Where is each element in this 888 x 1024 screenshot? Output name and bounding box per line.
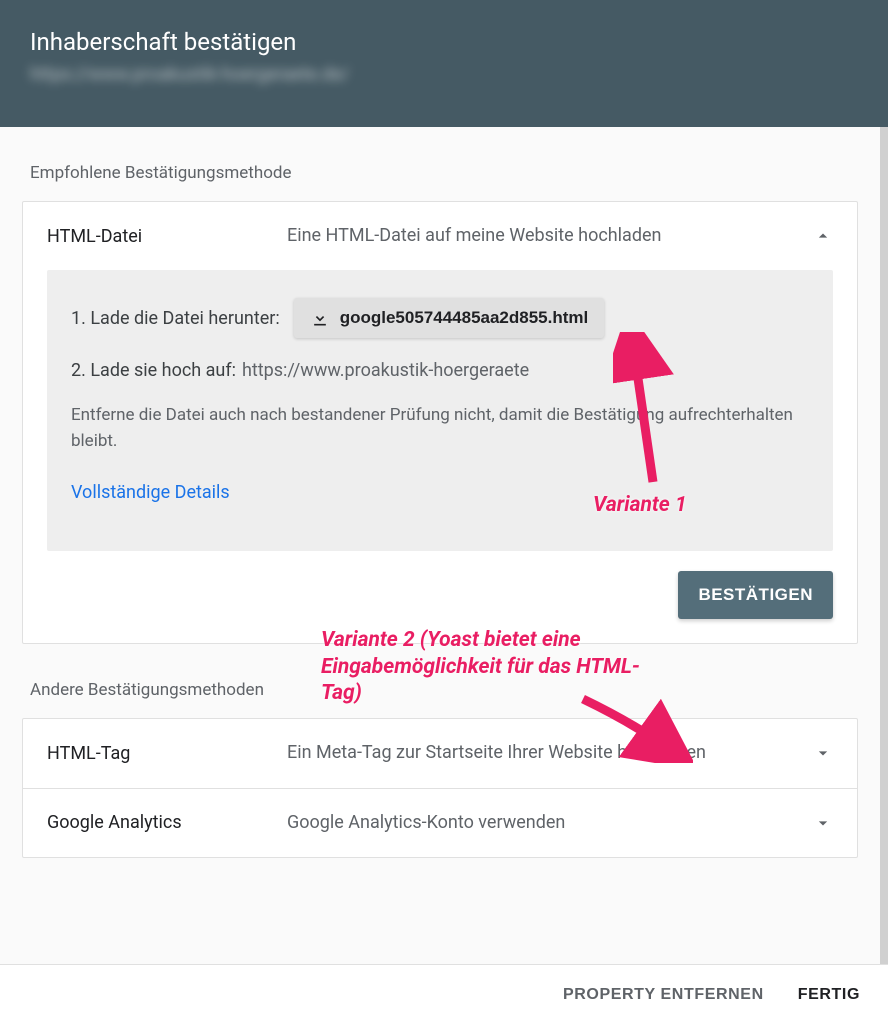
chevron-up-icon [813,226,833,246]
download-icon [310,308,330,328]
download-filename: google505744485aa2d855.html [340,308,589,328]
google-analytics-title: Google Analytics [47,812,287,833]
full-details-link[interactable]: Vollständige Details [71,482,230,503]
chevron-down-icon [813,743,833,763]
other-methods-label: Andere Bestätigungsmethoden [0,644,880,718]
dialog-subtitle-masked: https://www.proakustik-hoergeraete.de/ [30,64,858,85]
dialog-header: Inhaberschaft bestätigen https://www.pro… [0,0,888,127]
html-file-header-row[interactable]: HTML-Datei Eine HTML-Datei auf meine Web… [23,202,857,270]
other-methods-panel: HTML-Tag Ein Meta-Tag zur Startseite Ihr… [22,718,858,858]
html-file-panel: HTML-Datei Eine HTML-Datei auf meine Web… [22,201,858,644]
remove-property-button[interactable]: PROPERTY ENTFERNEN [563,986,764,1004]
recommended-method-label: Empfohlene Bestätigungsmethode [0,127,880,201]
html-file-desc: Eine HTML-Datei auf meine Website hochla… [287,224,803,248]
dialog-footer: PROPERTY ENTFERNEN FERTIG [0,964,888,1024]
html-file-steps-box: 1. Lade die Datei herunter: google505744… [47,270,833,551]
done-button[interactable]: FERTIG [798,986,860,1004]
step-2: 2. Lade sie hoch auf: https://www.proaku… [71,360,809,381]
html-file-title: HTML-Datei [47,226,287,247]
keep-file-note: Entferne die Datei auch nach bestandener… [71,403,809,454]
step-2-label: 2. Lade sie hoch auf: [71,360,236,381]
step-1: 1. Lade die Datei herunter: google505744… [71,298,809,338]
download-file-button[interactable]: google505744485aa2d855.html [294,298,605,338]
html-tag-row[interactable]: HTML-Tag Ein Meta-Tag zur Startseite Ihr… [23,719,857,787]
upload-url: https://www.proakustik-hoergeraete [242,360,529,381]
dialog-title: Inhaberschaft bestätigen [30,28,858,56]
google-analytics-desc: Google Analytics-Konto verwenden [287,811,803,835]
step-1-label: 1. Lade die Datei herunter: [71,308,280,329]
html-file-expanded: 1. Lade die Datei herunter: google505744… [23,270,857,643]
html-tag-title: HTML-Tag [47,743,287,764]
dialog-body-scroll[interactable]: Empfohlene Bestätigungsmethode HTML-Date… [0,127,888,964]
google-analytics-row[interactable]: Google Analytics Google Analytics-Konto … [23,788,857,857]
chevron-down-icon [813,813,833,833]
confirm-button[interactable]: BESTÄTIGEN [678,571,833,619]
html-tag-desc: Ein Meta-Tag zur Startseite Ihrer Websit… [287,741,803,765]
